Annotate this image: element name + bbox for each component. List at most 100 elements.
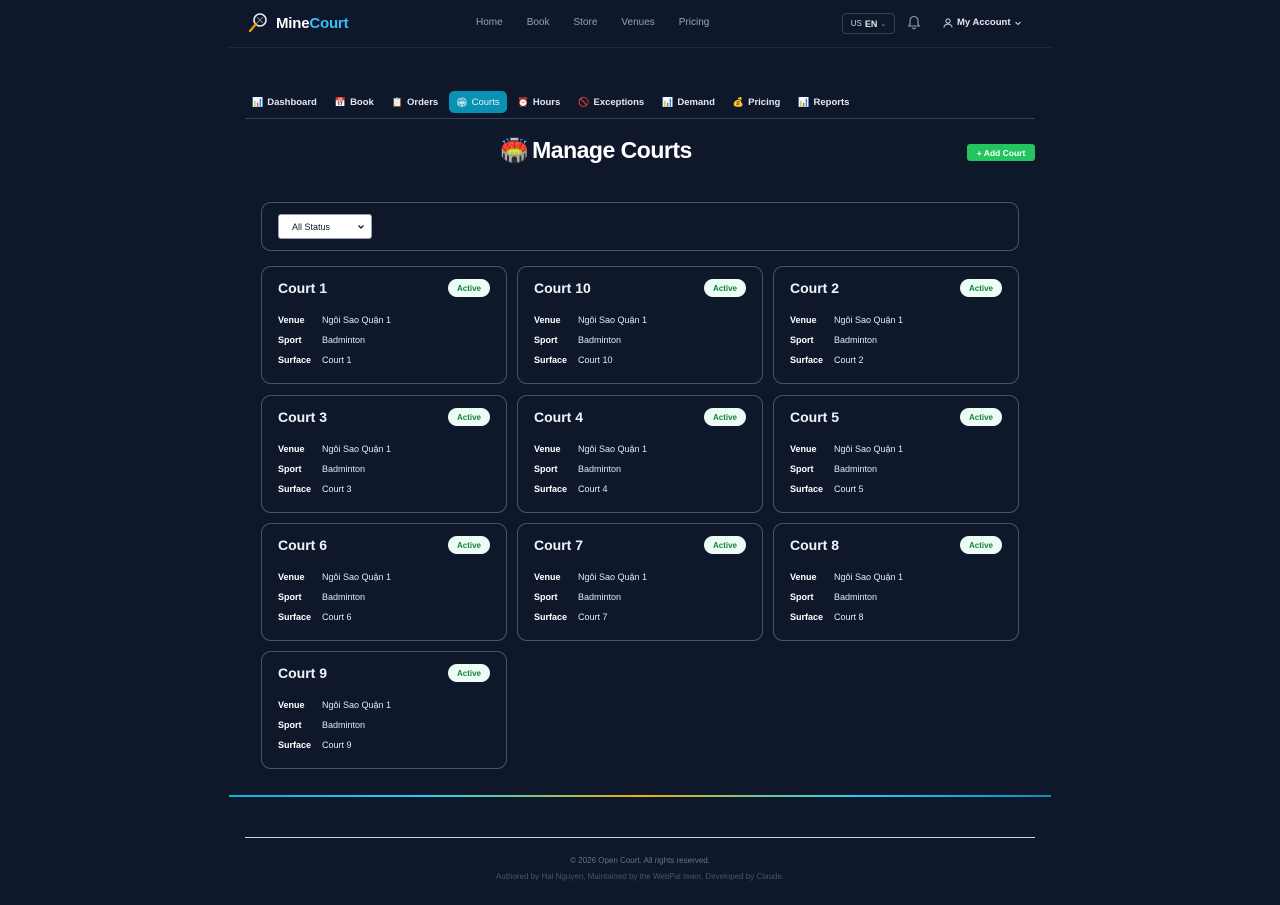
filter-panel: All Status — [261, 202, 1019, 251]
surface-value: Court 2 — [834, 355, 864, 365]
footer-copyright: © 2026 Open Court. All rights reserved. — [570, 856, 710, 865]
court-card[interactable]: Court 9 Active Venue Ngôi Sao Quận 1 Spor… — [261, 651, 507, 769]
sport-label: Sport — [790, 335, 814, 345]
brand-logo[interactable]: MineCourt — [247, 12, 349, 34]
status-filter-value: All Status — [292, 221, 331, 232]
court-name: Court 8 — [790, 537, 839, 553]
venue-value: Ngôi Sao Quận 1 — [578, 315, 648, 325]
court-name: Court 3 — [278, 409, 327, 425]
surface-value: Court 8 — [834, 612, 864, 622]
nav-pricing-link[interactable]: Pricing — [679, 17, 710, 28]
surface-value: Court 3 — [322, 484, 352, 494]
nav-book-link[interactable]: Book — [527, 17, 550, 28]
tab-courts[interactable]: 🏟 Courts — [449, 91, 507, 113]
tab-demand[interactable]: 📊 Demand — [655, 91, 722, 113]
status-badge: Active — [448, 279, 490, 297]
court-name: Court 2 — [790, 280, 839, 296]
surface-label: Surface — [278, 355, 312, 365]
admin-tabs: 📊 Dashboard 📅 Book 📋 Orders 🏟 Courts ⏰ Hours … — [245, 91, 1035, 119]
nav-venues-link[interactable]: Venues — [621, 17, 654, 28]
chevron-down-icon: ⌄ — [880, 20, 887, 28]
venue-value: Ngôi Sao Quận 1 — [578, 572, 648, 582]
tab-orders[interactable]: 📋 Orders — [385, 91, 445, 113]
tab-exceptions[interactable]: 🚫 Exceptions — [571, 91, 651, 113]
account-label: My Account — [957, 17, 1011, 28]
court-card[interactable]: Court 8 Active Venue Ngôi Sao Quận 1 Spor… — [773, 523, 1019, 641]
court-card[interactable]: Court 6 Active Venue Ngôi Sao Quận 1 Spor… — [261, 523, 507, 641]
venue-value: Ngôi Sao Quận 1 — [834, 572, 904, 582]
surface-value: Court 1 — [322, 355, 352, 365]
surface-label: Surface — [790, 612, 824, 622]
top-navbar: MineCourt Home Book Store Venues Pricing… — [229, 0, 1051, 48]
sport-value: Badminton — [578, 335, 622, 345]
sport-label: Sport — [790, 464, 814, 474]
sport-value: Badminton — [578, 592, 622, 602]
surface-value: Court 9 — [322, 740, 352, 750]
sport-label: Sport — [278, 464, 302, 474]
tab-reports[interactable]: 📊 Reports — [791, 91, 856, 113]
court-card[interactable]: Court 3 Active Venue Ngôi Sao Quận 1 Spor… — [261, 395, 507, 513]
venue-value: Ngôi Sao Quận 1 — [322, 572, 392, 582]
surface-label: Surface — [790, 355, 824, 365]
brand-name: MineCourt — [276, 14, 349, 32]
tab-dashboard[interactable]: 📊 Dashboard — [245, 91, 324, 113]
surface-label: Surface — [534, 355, 568, 365]
sport-value: Badminton — [834, 464, 878, 474]
add-court-button[interactable]: + Add Court — [967, 144, 1035, 161]
court-card[interactable]: Court 10 Active Venue Ngôi Sao Quận 1 Spo… — [517, 266, 763, 384]
surface-value: Court 6 — [322, 612, 352, 622]
venue-value: Ngôi Sao Quận 1 — [834, 315, 904, 325]
badminton-racket-icon — [248, 13, 267, 33]
court-card[interactable]: Court 5 Active Venue Ngôi Sao Quận 1 Spor… — [773, 395, 1019, 513]
court-card[interactable]: Court 2 Active Venue Ngôi Sao Quận 1 Spor… — [773, 266, 1019, 384]
venue-label: Venue — [534, 572, 561, 582]
venue-label: Venue — [278, 315, 305, 325]
venue-label: Venue — [790, 572, 817, 582]
user-icon — [943, 17, 953, 28]
bell-icon[interactable] — [907, 15, 921, 31]
alarm-clock-icon: ⏰ — [517, 96, 529, 107]
chevron-down-icon — [1015, 21, 1022, 25]
sport-label: Sport — [790, 592, 814, 602]
court-name: Court 5 — [790, 409, 839, 425]
page-title: 🏟️ Manage Courts — [500, 137, 692, 164]
court-card[interactable]: Court 4 Active Venue Ngôi Sao Quận 1 Spor… — [517, 395, 763, 513]
account-menu[interactable]: My Account — [943, 17, 1022, 28]
chevron-down-icon — [358, 225, 364, 229]
surface-label: Surface — [278, 740, 312, 750]
status-badge: Active — [704, 279, 746, 297]
sport-value: Badminton — [322, 464, 366, 474]
chart-icon: 📊 — [252, 96, 264, 107]
calendar-icon: 📅 — [334, 96, 347, 107]
venue-value: Ngôi Sao Quận 1 — [322, 315, 392, 325]
footer-credit: Authored by Hai Nguyen, Maintained by th… — [495, 872, 785, 881]
court-card[interactable]: Court 1 Active Venue Ngôi Sao Quận 1 Spor… — [261, 266, 507, 384]
sport-label: Sport — [278, 720, 302, 730]
tab-hours[interactable]: ⏰ Hours — [511, 91, 568, 113]
surface-label: Surface — [278, 612, 312, 622]
venue-label: Venue — [534, 315, 561, 325]
stadium-icon: 🏟 — [456, 96, 468, 107]
tab-book[interactable]: 📅 Book — [328, 91, 381, 113]
surface-value: Court 4 — [578, 484, 608, 494]
court-name: Court 6 — [278, 537, 327, 553]
page-title-text: Manage Courts — [532, 137, 692, 163]
footer-accent-line — [229, 795, 1051, 797]
language-selector[interactable]: US EN ⌄ — [842, 13, 895, 34]
status-badge: Active — [448, 408, 490, 426]
nav-home-link[interactable]: Home — [476, 17, 503, 28]
money-bag-icon: 💰 — [732, 96, 745, 107]
court-card[interactable]: Court 7 Active Venue Ngôi Sao Quận 1 Spor… — [517, 523, 763, 641]
venue-value: Ngôi Sao Quận 1 — [322, 700, 392, 710]
sport-label: Sport — [278, 592, 302, 602]
sport-label: Sport — [534, 464, 558, 474]
tab-pricing[interactable]: 💰 Pricing — [726, 91, 787, 113]
sport-label: Sport — [534, 335, 558, 345]
venue-label: Venue — [790, 444, 817, 454]
surface-value: Court 10 — [578, 355, 613, 365]
sport-value: Badminton — [834, 592, 878, 602]
status-filter-select[interactable]: All Status — [278, 214, 372, 239]
sport-value: Badminton — [578, 464, 622, 474]
nav-store-link[interactable]: Store — [573, 17, 597, 28]
sport-label: Sport — [534, 592, 558, 602]
